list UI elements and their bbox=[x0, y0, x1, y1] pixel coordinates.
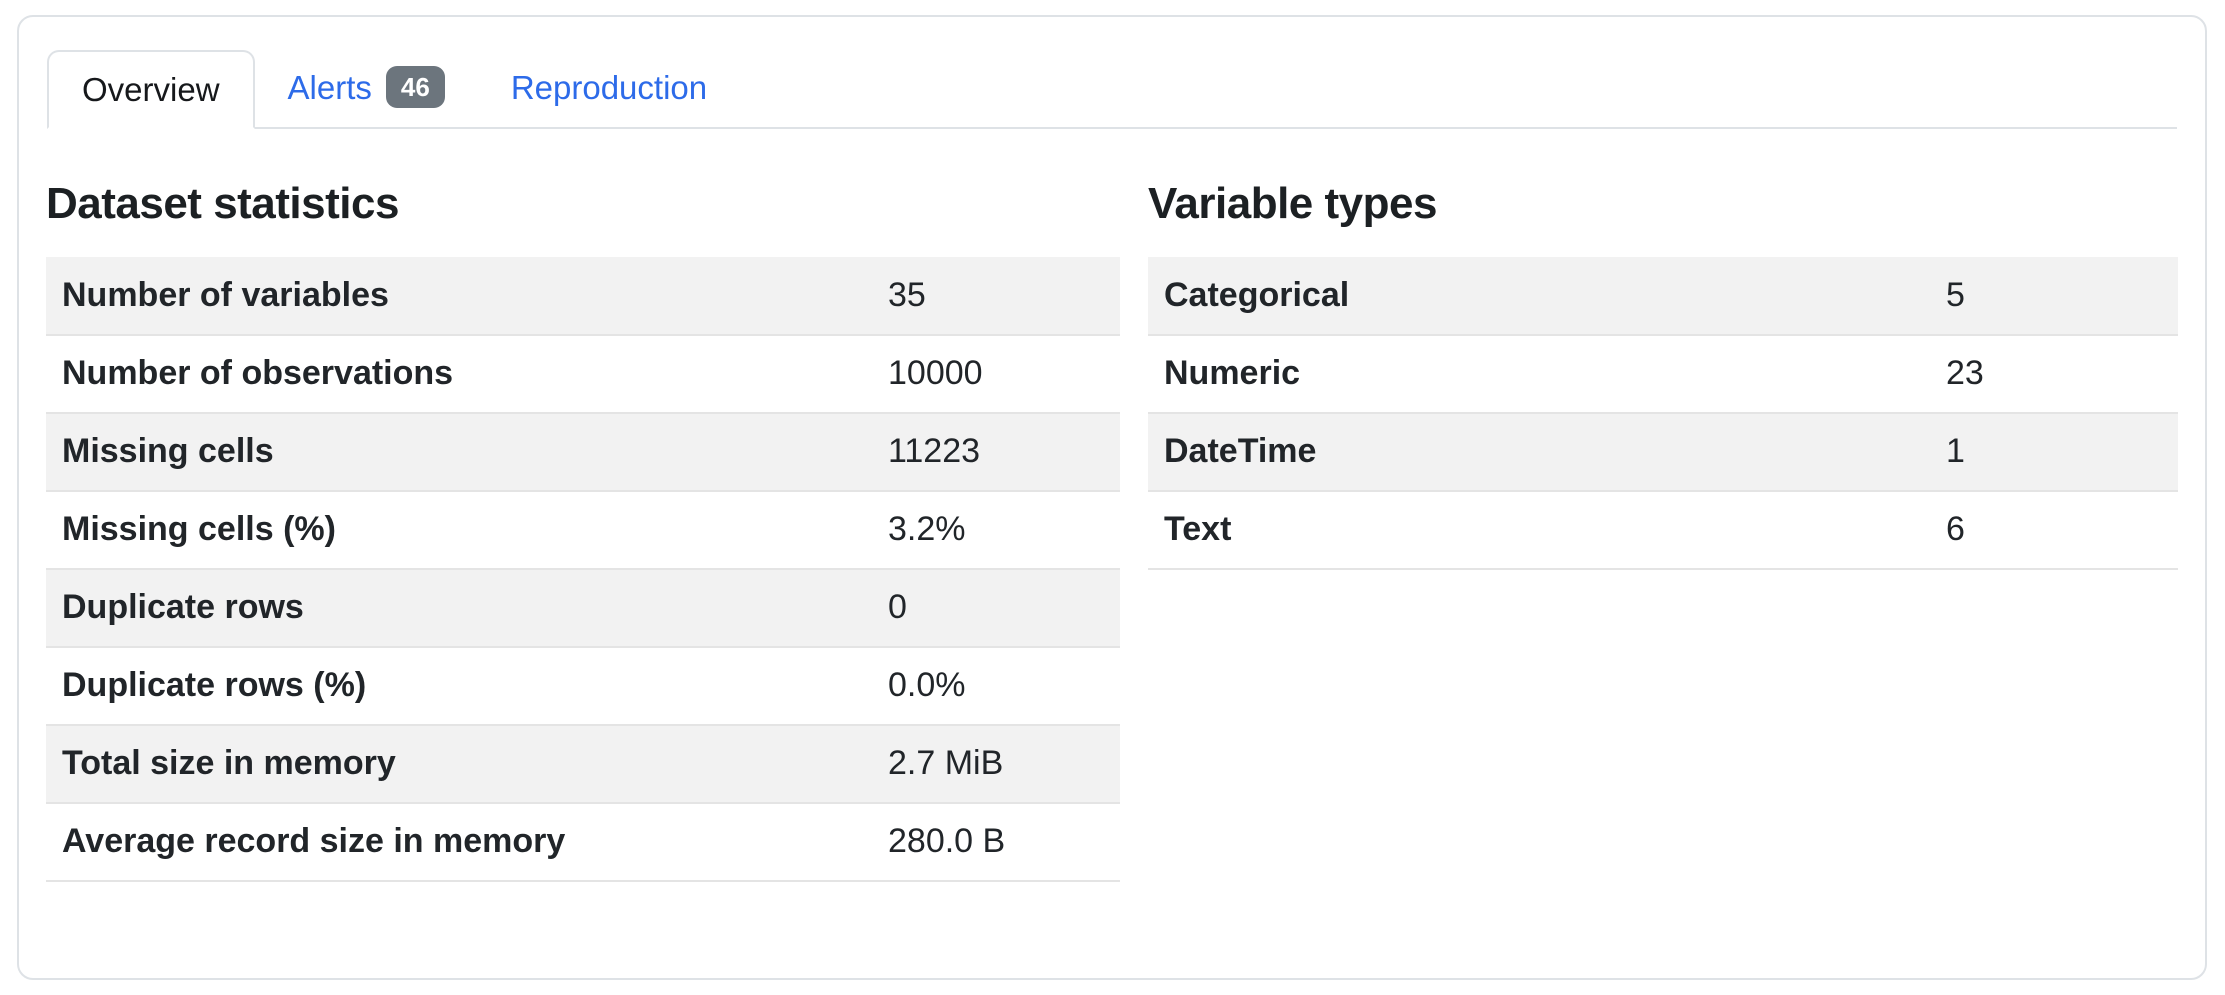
stat-label: DateTime bbox=[1148, 413, 1930, 491]
stat-value: 35 bbox=[872, 257, 1120, 335]
stat-value: 280.0 B bbox=[872, 803, 1120, 881]
stat-value: 10000 bbox=[872, 335, 1120, 413]
stat-value: 5 bbox=[1930, 257, 2178, 335]
table-row: Missing cells11223 bbox=[46, 413, 1120, 491]
alerts-count-badge: 46 bbox=[386, 66, 445, 108]
table-row: Number of variables35 bbox=[46, 257, 1120, 335]
table-row: Number of observations10000 bbox=[46, 335, 1120, 413]
stat-label: Duplicate rows (%) bbox=[46, 647, 872, 725]
dataset-statistics-section: Dataset statistics Number of variables35… bbox=[46, 129, 1120, 882]
tab-alerts[interactable]: Alerts 46 bbox=[255, 48, 478, 127]
table-row: DateTime1 bbox=[1148, 413, 2178, 491]
stat-value: 23 bbox=[1930, 335, 2178, 413]
tab-alerts-label: Alerts bbox=[288, 69, 372, 107]
stat-label: Categorical bbox=[1148, 257, 1930, 335]
stat-value: 11223 bbox=[872, 413, 1120, 491]
stat-value: 2.7 MiB bbox=[872, 725, 1120, 803]
table-row: Text6 bbox=[1148, 491, 2178, 569]
dataset-statistics-table: Number of variables35Number of observati… bbox=[46, 257, 1120, 882]
stat-value: 0.0% bbox=[872, 647, 1120, 725]
stat-value: 0 bbox=[872, 569, 1120, 647]
variable-types-title: Variable types bbox=[1148, 179, 2178, 230]
tab-overview[interactable]: Overview bbox=[47, 50, 255, 129]
tabs-bar: Overview Alerts 46 Reproduction bbox=[47, 48, 2177, 129]
stat-value: 6 bbox=[1930, 491, 2178, 569]
variable-types-table: Categorical5Numeric23DateTime1Text6 bbox=[1148, 257, 2178, 570]
table-row: Average record size in memory280.0 B bbox=[46, 803, 1120, 881]
stat-label: Duplicate rows bbox=[46, 569, 872, 647]
stat-label: Number of variables bbox=[46, 257, 872, 335]
stat-label: Numeric bbox=[1148, 335, 1930, 413]
stat-label: Number of observations bbox=[46, 335, 872, 413]
variable-types-section: Variable types Categorical5Numeric23Date… bbox=[1148, 129, 2178, 882]
stat-label: Text bbox=[1148, 491, 1930, 569]
stat-value: 3.2% bbox=[872, 491, 1120, 569]
table-row: Duplicate rows0 bbox=[46, 569, 1120, 647]
stat-value: 1 bbox=[1930, 413, 2178, 491]
stat-label: Missing cells (%) bbox=[46, 491, 872, 569]
stat-label: Total size in memory bbox=[46, 725, 872, 803]
table-row: Duplicate rows (%)0.0% bbox=[46, 647, 1120, 725]
tab-content: Dataset statistics Number of variables35… bbox=[19, 129, 2205, 882]
table-row: Missing cells (%)3.2% bbox=[46, 491, 1120, 569]
stat-label: Average record size in memory bbox=[46, 803, 872, 881]
stat-label: Missing cells bbox=[46, 413, 872, 491]
table-row: Numeric23 bbox=[1148, 335, 2178, 413]
table-row: Total size in memory2.7 MiB bbox=[46, 725, 1120, 803]
table-row: Categorical5 bbox=[1148, 257, 2178, 335]
dataset-statistics-title: Dataset statistics bbox=[46, 179, 1120, 230]
tab-reproduction[interactable]: Reproduction bbox=[478, 48, 740, 127]
report-card: Overview Alerts 46 Reproduction Dataset … bbox=[17, 15, 2207, 980]
